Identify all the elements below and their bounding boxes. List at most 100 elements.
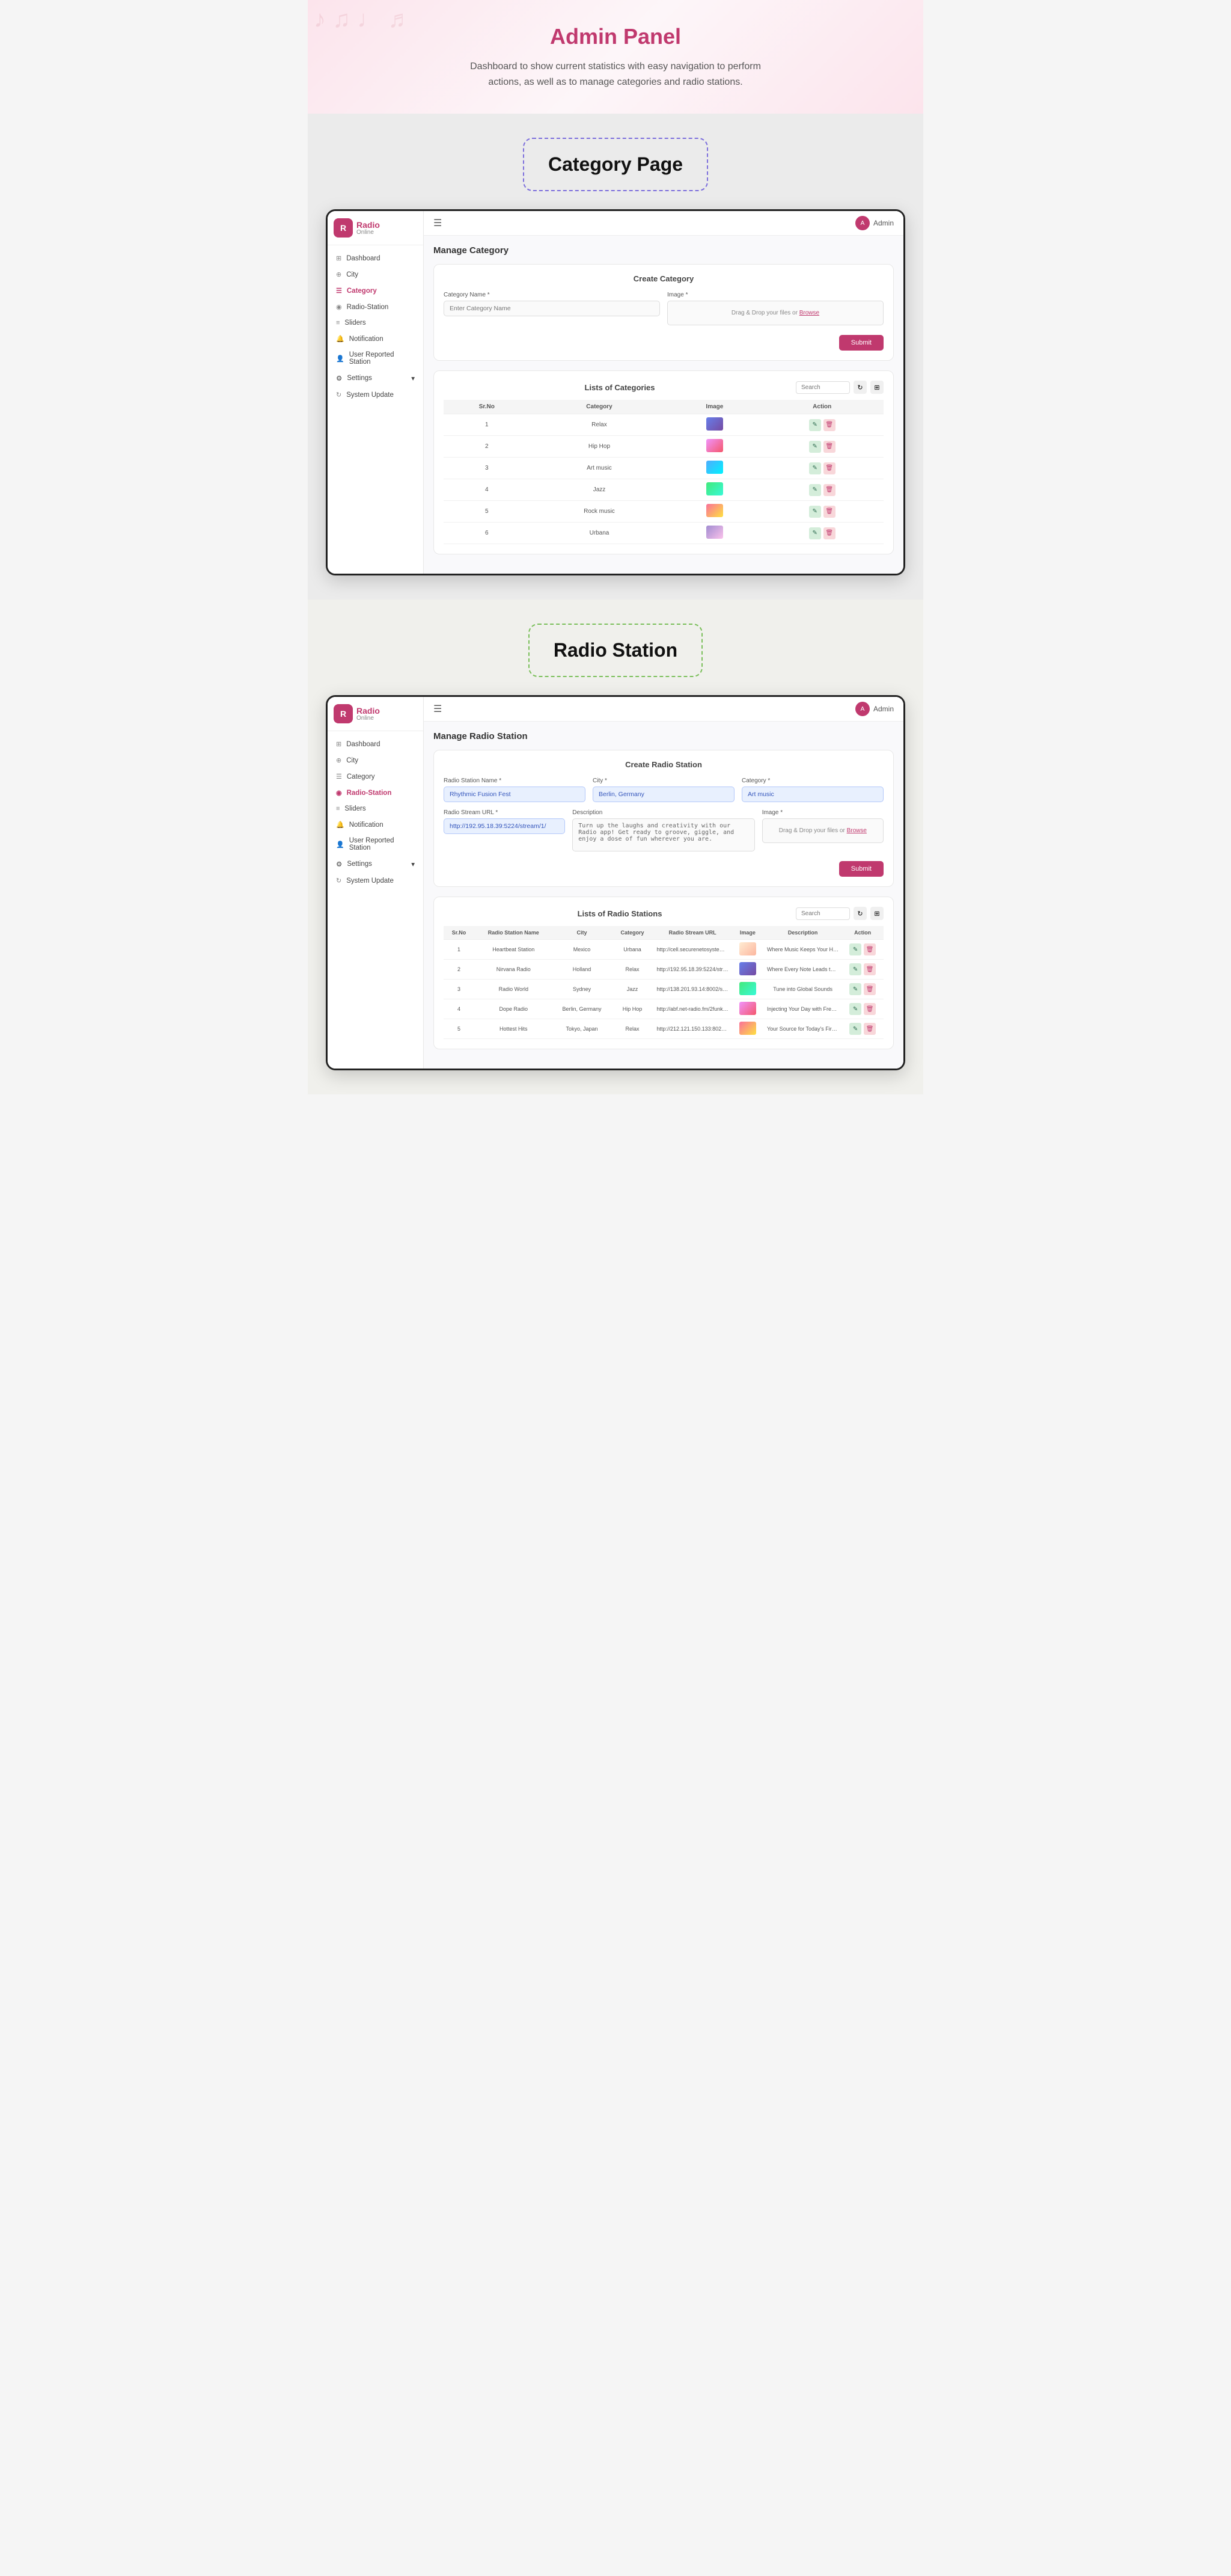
category-search-input[interactable] <box>796 381 850 394</box>
user-reported-icon: 👤 <box>336 355 344 363</box>
radio-search-input[interactable] <box>796 907 850 920</box>
category-label-box: Category Page <box>523 138 708 191</box>
browse-link[interactable]: Browse <box>799 310 819 316</box>
rcol-srno: Sr.No <box>444 926 474 940</box>
category-label-center: Category Page <box>326 138 905 209</box>
radio-submit-button[interactable]: Submit <box>839 861 884 877</box>
radio-table-header-row: Lists of Radio Stations ↻ ⊞ <box>444 907 884 920</box>
radio-sidebar-item-radio-station[interactable]: ◉ Radio-Station <box>328 785 423 801</box>
station-name-input[interactable] <box>444 787 585 802</box>
radio-city-input[interactable] <box>593 787 735 802</box>
rcell-action: ✎ 🗑 <box>842 1019 884 1039</box>
radio-delete-button[interactable]: 🗑 <box>864 963 876 975</box>
edit-button[interactable]: ✎ <box>809 419 821 431</box>
cell-srno: 2 <box>444 436 530 458</box>
edit-button[interactable]: ✎ <box>809 484 821 496</box>
category-table: Sr.No Category Image Action 1 Relax ✎ <box>444 400 884 544</box>
delete-button[interactable]: 🗑 <box>823 484 835 496</box>
delete-button[interactable]: 🗑 <box>823 527 835 539</box>
cell-action: ✎ 🗑 <box>760 458 884 479</box>
cell-category-image <box>668 414 760 436</box>
radio-delete-button[interactable]: 🗑 <box>864 1023 876 1035</box>
radio-delete-button[interactable]: 🗑 <box>864 983 876 995</box>
delete-button[interactable]: 🗑 <box>823 419 835 431</box>
radio-delete-button[interactable]: 🗑 <box>864 1003 876 1015</box>
rcell-city: Holland <box>553 960 611 980</box>
radio-drop-text: Drag & Drop your files or <box>779 827 845 834</box>
category-drop-zone[interactable]: Drag & Drop your files or Browse <box>667 301 884 325</box>
edit-button[interactable]: ✎ <box>809 462 821 474</box>
radio-edit-button[interactable]: ✎ <box>849 963 861 975</box>
description-textarea[interactable]: Turn up the laughs and creativity with o… <box>572 818 754 851</box>
radio-sidebar-item-category[interactable]: ☰ Category <box>328 768 423 785</box>
sidebar-item-notification[interactable]: 🔔 Notification <box>328 331 423 347</box>
dashboard-icon: ⊞ <box>336 254 341 262</box>
category-image-thumb <box>706 461 723 474</box>
edit-button[interactable]: ✎ <box>809 441 821 453</box>
cell-action: ✎ 🗑 <box>760 414 884 436</box>
sidebar-item-city[interactable]: ⊕ City <box>328 266 423 283</box>
refresh-button[interactable]: ↻ <box>854 381 867 394</box>
rcell-image <box>732 980 764 999</box>
table-row: 1 Relax ✎ 🗑 <box>444 414 884 436</box>
radio-edit-button[interactable]: ✎ <box>849 1003 861 1015</box>
radio-grid-view-button[interactable]: ⊞ <box>870 907 884 920</box>
radio-browse-link[interactable]: Browse <box>847 827 867 834</box>
radio-edit-button[interactable]: ✎ <box>849 943 861 955</box>
radio-edit-button[interactable]: ✎ <box>849 983 861 995</box>
radio-category-input[interactable] <box>742 787 884 802</box>
radio-sidebar-item-system-update[interactable]: ↻ System Update <box>328 872 423 889</box>
table-row: 5 Rock music ✎ 🗑 <box>444 501 884 523</box>
hero-subtitle: Dashboard to show current statistics wit… <box>465 59 766 90</box>
description-group: Description Turn up the laughs and creat… <box>572 809 754 851</box>
edit-button[interactable]: ✎ <box>809 506 821 518</box>
sidebar-item-sliders[interactable]: ≡ Sliders <box>328 315 423 331</box>
radio-drop-zone[interactable]: Drag & Drop your files or Browse <box>762 818 884 843</box>
radio-sidebar-item-sliders[interactable]: ≡ Sliders <box>328 801 423 817</box>
sidebar-item-category[interactable]: ☰ Category <box>328 283 423 299</box>
radio-sidebar-item-user-reported[interactable]: 👤 User Reported Station <box>328 833 423 856</box>
sidebar-item-radio-station[interactable]: ◉ Radio-Station <box>328 299 423 315</box>
rcell-srno: 5 <box>444 1019 474 1039</box>
rcell-url: http://192.95.18.39:5224/stream/1/ <box>654 960 732 980</box>
admin-profile[interactable]: A Admin <box>855 216 894 230</box>
radio-sliders-icon: ≡ <box>336 805 340 812</box>
sidebar-item-user-reported[interactable]: 👤 User Reported Station <box>328 347 423 370</box>
rcell-category: Jazz <box>611 980 653 999</box>
sidebar-item-system-update[interactable]: ↻ System Update <box>328 387 423 403</box>
admin-avatar: A <box>855 216 870 230</box>
radio-hamburger-icon[interactable]: ☰ <box>433 703 442 715</box>
stream-url-input[interactable] <box>444 818 565 834</box>
radio-edit-button[interactable]: ✎ <box>849 1023 861 1035</box>
category-submit-button[interactable]: Submit <box>839 335 884 351</box>
sidebar-item-dashboard[interactable]: ⊞ Dashboard <box>328 250 423 266</box>
delete-button[interactable]: 🗑 <box>823 506 835 518</box>
radio-settings-left: ⚙ Settings <box>336 860 372 868</box>
radio-sidebar-item-city[interactable]: ⊕ City <box>328 752 423 768</box>
station-name-label: Radio Station Name * <box>444 777 585 784</box>
rcell-name: Hottest Hits <box>474 1019 553 1039</box>
category-name-input[interactable] <box>444 301 660 316</box>
radio-sidebar-item-notification[interactable]: 🔔 Notification <box>328 817 423 833</box>
sidebar-item-settings[interactable]: ⚙ Settings ▾ <box>328 370 423 387</box>
category-list-card: Lists of Categories ↻ ⊞ Sr.No Category <box>433 370 894 554</box>
radio-list-card: Lists of Radio Stations ↻ ⊞ Sr.No Radio … <box>433 897 894 1049</box>
sidebar-item-label: Sliders <box>344 319 365 327</box>
cell-srno: 3 <box>444 458 530 479</box>
sidebar-logo: R Radio Online <box>328 211 423 245</box>
rcell-image <box>732 960 764 980</box>
radio-sidebar-item-settings[interactable]: ⚙ Settings ▾ <box>328 856 423 872</box>
grid-view-button[interactable]: ⊞ <box>870 381 884 394</box>
delete-button[interactable]: 🗑 <box>823 462 835 474</box>
table-row: 3 Art music ✎ 🗑 <box>444 458 884 479</box>
radio-refresh-button[interactable]: ↻ <box>854 907 867 920</box>
category-image-group: Image * Drag & Drop your files or Browse <box>667 292 884 325</box>
cell-category-image <box>668 458 760 479</box>
radio-delete-button[interactable]: 🗑 <box>864 943 876 955</box>
edit-button[interactable]: ✎ <box>809 527 821 539</box>
radio-sidebar-item-label: System Update <box>346 877 394 885</box>
radio-admin-profile[interactable]: A Admin <box>855 702 894 716</box>
radio-sidebar-item-dashboard[interactable]: ⊞ Dashboard <box>328 736 423 752</box>
delete-button[interactable]: 🗑 <box>823 441 835 453</box>
hamburger-icon[interactable]: ☰ <box>433 217 442 229</box>
